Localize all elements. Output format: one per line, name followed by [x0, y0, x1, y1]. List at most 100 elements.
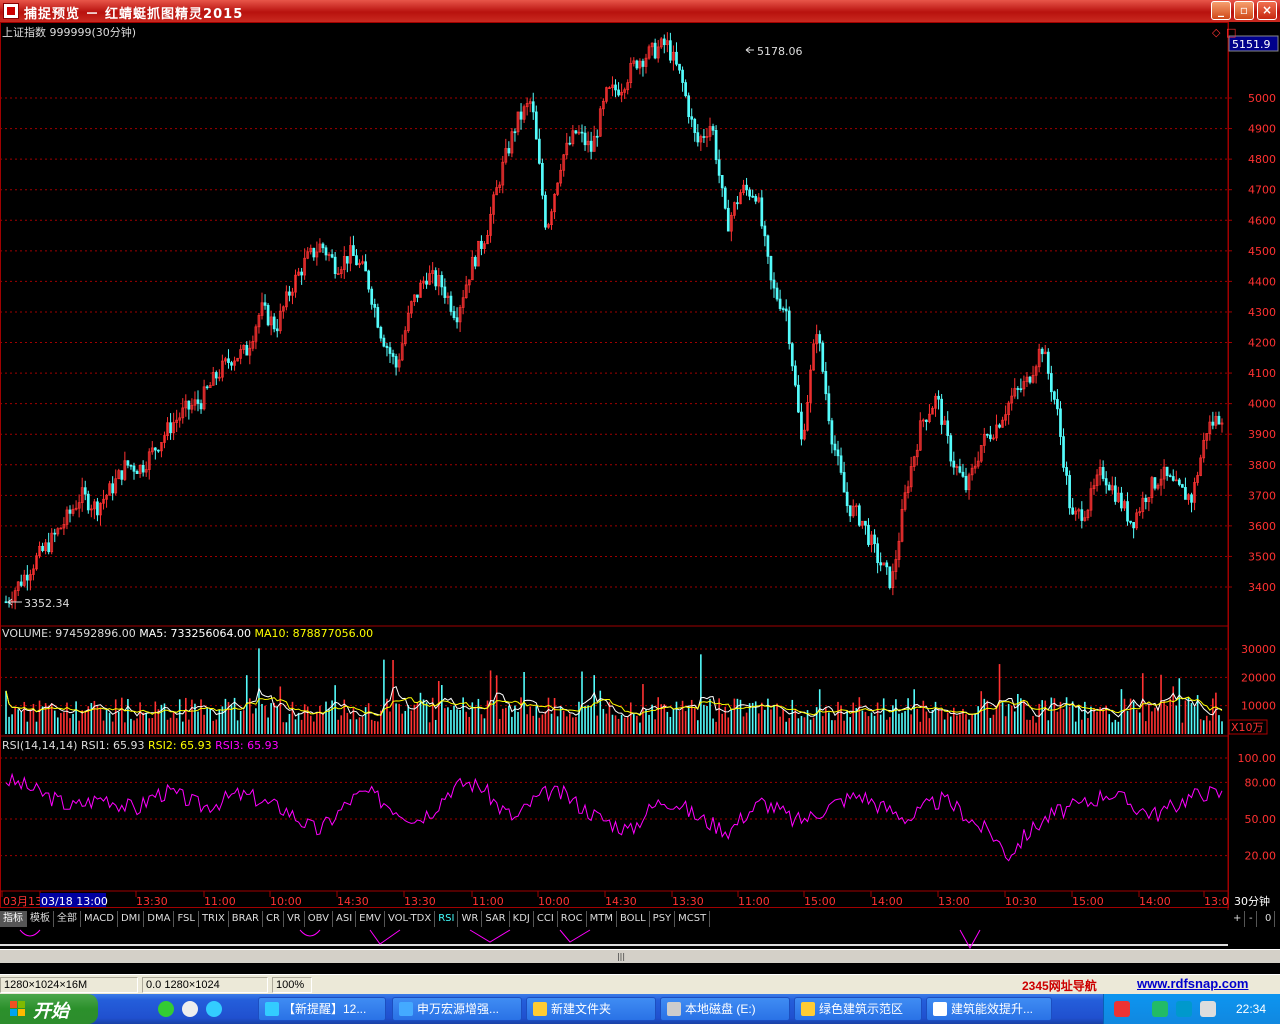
- candle-body: [952, 460, 956, 468]
- candle-body: [857, 505, 861, 526]
- candle-body: [769, 256, 773, 281]
- maximize-button[interactable]: ▫: [1234, 1, 1254, 20]
- indicator-tab-vr[interactable]: VR: [284, 911, 305, 927]
- high-price-label: 5178.06: [757, 45, 803, 58]
- candle-body: [1016, 388, 1020, 390]
- candle-body: [641, 60, 645, 67]
- candle-body: [800, 411, 803, 440]
- scroll-grip-icon[interactable]: |||: [614, 952, 628, 961]
- indicator-tab-cr[interactable]: CR: [263, 911, 284, 927]
- indicator-tab-psy[interactable]: PSY: [650, 911, 676, 927]
- taskbar-item[interactable]: 本地磁盘 (E:): [660, 997, 790, 1021]
- indicator-tab-emv[interactable]: EMV: [356, 911, 385, 927]
- zoom-button-2[interactable]: 0: [1262, 911, 1276, 927]
- indicator-tab-模板[interactable]: 模板: [27, 911, 54, 927]
- indicator-tab-obv[interactable]: OBV: [305, 911, 333, 927]
- candle-body: [845, 491, 849, 507]
- price-tick-label: 3500: [1248, 550, 1276, 563]
- candle-body: [4, 601, 8, 604]
- candle-body: [480, 240, 483, 249]
- candle-body: [949, 435, 953, 462]
- candle-body: [888, 566, 892, 589]
- candle-body: [793, 365, 797, 386]
- chart-canvas[interactable]: 3400 3500 3600 3700 3800 3900 4000 4100 4200 4300…: [0, 22, 1280, 910]
- candle-body: [245, 344, 249, 356]
- taskbar-item[interactable]: 绿色建筑示范区: [794, 997, 922, 1021]
- candle-body: [717, 159, 721, 176]
- candle-body: [958, 466, 962, 473]
- candle-body: [989, 434, 992, 440]
- candle-body: [693, 118, 697, 133]
- candle-body: [507, 148, 511, 154]
- tray-icon-1[interactable]: [1114, 1001, 1130, 1017]
- candle-body: [711, 126, 715, 131]
- rsi-tick-label: 20.00: [1245, 850, 1277, 863]
- candle-body: [199, 403, 203, 410]
- indicator-tab-dmi[interactable]: DMI: [118, 911, 145, 927]
- link-rdfsnap[interactable]: www.rdfsnap.com: [1137, 976, 1248, 991]
- stock-chart[interactable]: 3400 3500 3600 3700 3800 3900 4000 4100 4200 4300…: [0, 22, 1280, 974]
- indicator-tab-trix[interactable]: TRIX: [199, 911, 229, 927]
- candle-body: [169, 422, 172, 434]
- quicklaunch-icon-1[interactable]: [158, 1001, 174, 1017]
- axis-labels: 3400 3500 3600 3700 3800 3900 4000 4100 4200 4300…: [2, 25, 1279, 908]
- candle-body: [47, 542, 51, 553]
- candle-body: [324, 247, 328, 256]
- volume-unit-label: X10万: [1231, 721, 1264, 734]
- candle-body: [425, 280, 428, 285]
- taskbar-item[interactable]: 建筑能效提升...: [926, 997, 1052, 1021]
- indicator-tab-sar[interactable]: SAR: [482, 911, 510, 927]
- tray-icon-3[interactable]: [1176, 1001, 1192, 1017]
- candle-body: [690, 116, 694, 120]
- title-bar[interactable]: 捕捉预览 － 红蜻蜓抓图精灵2015 _ ▫ ×: [0, 0, 1280, 22]
- candle-body: [824, 371, 828, 395]
- indicator-tab-kdj[interactable]: KDJ: [510, 911, 534, 927]
- horizontal-scrollbar[interactable]: |||: [0, 949, 1280, 963]
- taskbar-app-icon: [399, 1002, 413, 1016]
- indicator-tab-rsi[interactable]: RSI: [435, 911, 459, 927]
- candle-body: [534, 111, 538, 140]
- zoom-button-0[interactable]: +: [1230, 911, 1246, 927]
- indicator-tab-brar[interactable]: BRAR: [229, 911, 263, 927]
- tray-icon-2[interactable]: [1152, 1001, 1168, 1017]
- candle-body: [227, 358, 230, 363]
- quicklaunch-icon-2[interactable]: [182, 1001, 198, 1017]
- zoom-button-1[interactable]: -: [1246, 911, 1257, 927]
- candle-body: [68, 509, 72, 514]
- time-axis-label: 13:00: [938, 895, 970, 908]
- indicator-tab-指标[interactable]: 指标: [0, 911, 27, 927]
- taskbar-item[interactable]: 新建文件夹: [526, 997, 656, 1021]
- candle-body: [760, 197, 764, 227]
- taskbar-item[interactable]: 【新提醒】12...: [258, 997, 386, 1021]
- indicator-tab-fsl[interactable]: FSL: [174, 911, 199, 927]
- indicator-tab-dma[interactable]: DMA: [144, 911, 175, 927]
- taskbar-app-icon: [667, 1002, 681, 1016]
- indicator-tab-mcst[interactable]: MCST: [675, 911, 711, 927]
- indicator-tab-vol-tdx[interactable]: VOL-TDX: [385, 911, 436, 927]
- candle-body: [370, 288, 374, 305]
- indicator-tab-wr[interactable]: WR: [458, 911, 483, 927]
- indicator-tab-boll[interactable]: BOLL: [617, 911, 650, 927]
- app-window: 捕捉预览 － 红蜻蜓抓图精灵2015 _ ▫ × 3400 3500 3600 370…: [0, 0, 1280, 1024]
- candle-body: [1113, 485, 1117, 502]
- indicator-tab-roc[interactable]: ROC: [558, 911, 587, 927]
- candle-body: [443, 286, 447, 298]
- close-button[interactable]: ×: [1257, 1, 1277, 20]
- taskbar-item[interactable]: 申万宏源增强...: [392, 997, 522, 1021]
- app-icon[interactable]: [3, 3, 19, 19]
- indicator-tab-asi[interactable]: ASI: [333, 911, 357, 927]
- minimize-button[interactable]: _: [1211, 1, 1231, 20]
- tray-icon-4[interactable]: [1200, 1001, 1216, 1017]
- indicator-tab-macd[interactable]: MACD: [81, 911, 118, 927]
- start-button[interactable]: 开始: [0, 994, 98, 1024]
- time-axis-label: 13:30: [672, 895, 704, 908]
- candle-body: [784, 308, 788, 312]
- time-axis-label: 11:00: [204, 895, 236, 908]
- candle-body: [86, 493, 90, 511]
- link-2345[interactable]: 2345网址导航: [1022, 977, 1097, 994]
- quicklaunch-icon-3[interactable]: [206, 1001, 222, 1017]
- indicator-tab-cci[interactable]: CCI: [534, 911, 558, 927]
- candle-body: [1104, 478, 1108, 486]
- indicator-tab-全部[interactable]: 全部: [54, 911, 81, 927]
- indicator-tab-mtm[interactable]: MTM: [587, 911, 617, 927]
